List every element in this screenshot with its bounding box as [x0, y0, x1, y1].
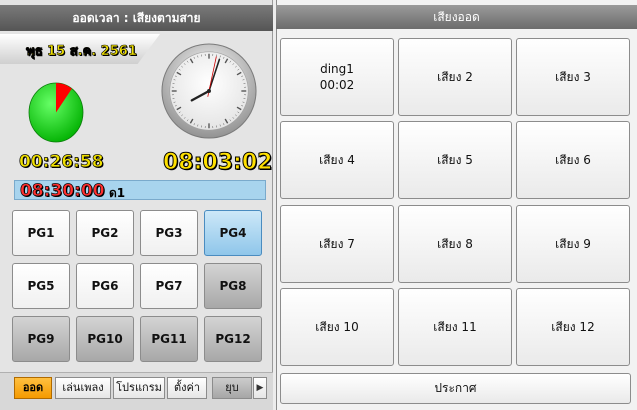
announce-button[interactable]: ประกาศ: [280, 373, 631, 404]
sound-button-1-name: ding1: [320, 62, 354, 76]
tab-program[interactable]: โปรแกรม: [113, 377, 165, 399]
program-button-pg3[interactable]: PG3: [140, 210, 198, 256]
sound-button-11[interactable]: เสียง 11: [398, 288, 512, 366]
program-button-pg12[interactable]: PG12: [204, 316, 262, 362]
tab-settings[interactable]: ตั้งค่า: [167, 377, 207, 399]
elapsed-timer: 00:26:58: [19, 152, 104, 173]
sound-button-12[interactable]: เสียง 12: [516, 288, 630, 366]
sound-button-6-name: เสียง 6: [555, 153, 591, 167]
tab-bell[interactable]: ออด: [14, 377, 52, 399]
program-button-pg6[interactable]: PG6: [76, 263, 134, 309]
clock-center: [207, 89, 211, 93]
program-button-pg8[interactable]: PG8: [204, 263, 262, 309]
date-display: พุธ 15 ส.ค. 2561: [26, 44, 137, 60]
sound-button-9[interactable]: เสียง 9: [516, 205, 630, 283]
sound-button-4[interactable]: เสียง 4: [280, 121, 394, 199]
analog-clock: [161, 43, 257, 139]
sound-button-6[interactable]: เสียง 6: [516, 121, 630, 199]
sound-button-11-name: เสียง 11: [433, 320, 477, 334]
sound-button-3-name: เสียง 3: [555, 70, 591, 84]
footer-next-arrow-icon[interactable]: ▶: [253, 377, 267, 399]
right-panel-title: เสียงออด: [276, 5, 637, 29]
tab-collapse[interactable]: ยุบ: [212, 377, 252, 399]
sound-button-12-name: เสียง 12: [551, 320, 595, 334]
sound-button-1-duration: 00:02: [319, 78, 355, 92]
sound-button-1[interactable]: ding1 00:02: [280, 38, 394, 116]
sound-button-2[interactable]: เสียง 2: [398, 38, 512, 116]
program-button-pg7[interactable]: PG7: [140, 263, 198, 309]
program-button-pg2[interactable]: PG2: [76, 210, 134, 256]
sound-button-8-name: เสียง 8: [437, 237, 473, 251]
sound-button-3[interactable]: เสียง 3: [516, 38, 630, 116]
program-button-pg10[interactable]: PG10: [76, 316, 134, 362]
next-schedule-time: 08:30:00: [20, 181, 105, 202]
program-button-pg5[interactable]: PG5: [12, 263, 70, 309]
sound-button-5-name: เสียง 5: [437, 153, 473, 167]
program-button-pg1[interactable]: PG1: [12, 210, 70, 256]
sound-button-7-name: เสียง 7: [319, 237, 355, 251]
period-progress-pie: [28, 82, 84, 143]
sound-button-2-name: เสียง 2: [437, 70, 473, 84]
program-button-pg11[interactable]: PG11: [140, 316, 198, 362]
app-window: ออดเวลา : เสียงตามสาย พุธ 15 ส.ค. 2561 0…: [0, 0, 637, 410]
current-time: 08:03:02: [162, 150, 273, 176]
sound-button-7[interactable]: เสียง 7: [280, 205, 394, 283]
next-schedule-label: ด1: [109, 186, 126, 200]
sound-button-10-name: เสียง 10: [315, 320, 359, 334]
program-button-pg4[interactable]: PG4: [204, 210, 262, 256]
program-button-pg9[interactable]: PG9: [12, 316, 70, 362]
sound-button-4-name: เสียง 4: [319, 153, 355, 167]
tab-play-music[interactable]: เล่นเพลง: [55, 377, 111, 399]
sound-button-8[interactable]: เสียง 8: [398, 205, 512, 283]
left-panel-title: ออดเวลา : เสียงตามสาย: [0, 5, 273, 31]
sound-button-10[interactable]: เสียง 10: [280, 288, 394, 366]
sound-button-9-name: เสียง 9: [555, 237, 591, 251]
sound-button-5[interactable]: เสียง 5: [398, 121, 512, 199]
